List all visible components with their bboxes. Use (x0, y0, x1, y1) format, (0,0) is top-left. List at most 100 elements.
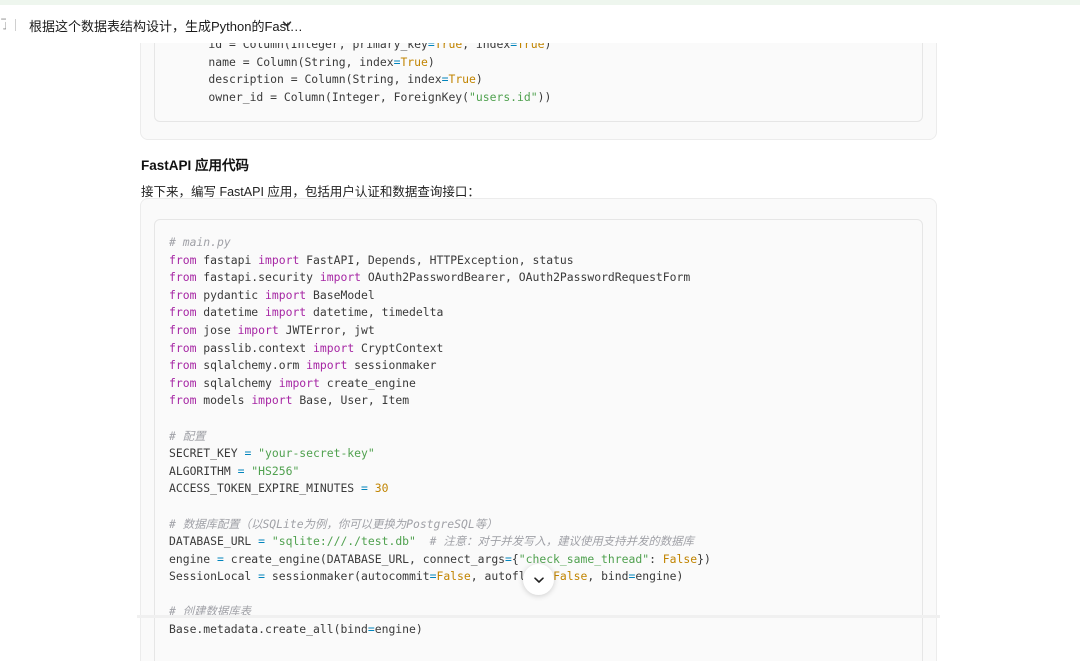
code-token: ) (544, 43, 552, 51)
code-line: from datetime import datetime, timedelta (169, 304, 711, 322)
code-token: "HS256" (251, 463, 300, 478)
code-line: ALGORITHM = "HS256" (169, 463, 711, 481)
code-token: create_engine(DATABASE_URL, connect_args (223, 551, 506, 566)
code-token: False (436, 569, 471, 584)
conversation-title[interactable]: 根据这个数据表结构设计，生成Python的Fast… (29, 16, 303, 35)
code-token: jose (196, 322, 238, 337)
code-token: from (169, 358, 197, 373)
code-line: engine = create_engine(DATABASE_URL, con… (169, 551, 711, 569)
code-line: from passlib.context import CryptContext (169, 340, 711, 358)
code-line: SECRET_KEY = "your-secret-key" (169, 445, 711, 463)
code-token: sessionmaker(autocommit (265, 569, 430, 584)
conversation-header: 了 根据这个数据表结构设计，生成Python的Fast… (0, 5, 1080, 43)
code-token: from (169, 393, 197, 408)
code-token: import (251, 393, 293, 408)
code-token: False (553, 569, 588, 584)
chevron-down-icon[interactable] (281, 18, 293, 30)
code-token: }) (697, 551, 711, 566)
code-token: "users.id" (469, 89, 538, 104)
code-token: from (169, 340, 197, 355)
code-line: SessionLocal = sessionmaker(autocommit=F… (169, 568, 711, 586)
code-token: = (217, 551, 224, 566)
code-line: DATABASE_URL = "sqlite:///./test.db" # 注… (169, 533, 711, 551)
code-token: CryptContext (354, 340, 444, 355)
code-token: from (169, 252, 197, 267)
code-token: import (319, 270, 362, 285)
code-text: # main.py from fastapi import FastAPI, De… (169, 234, 711, 639)
code-line: # main.py (169, 234, 711, 252)
code-line: # 配置 (169, 428, 711, 446)
code-token: DATABASE_URL (169, 534, 259, 549)
code-token: sessionmaker (347, 358, 437, 373)
code-token: SECRET_KEY (169, 446, 245, 461)
code-token: engine (169, 551, 218, 566)
code-token: from (169, 287, 197, 302)
code-token: name = Column(String, index (181, 54, 394, 69)
code-token: OAuth2PasswordBearer, OAuth2PasswordRequ… (361, 270, 691, 285)
code-token: from (169, 270, 197, 285)
code-line: name = Column(String, index=True) (181, 54, 551, 72)
code-token: engine) (635, 569, 684, 584)
code-line: from sqlalchemy.orm import sessionmaker (169, 357, 711, 375)
code-token: id = Column(Integer, primary_key (181, 43, 428, 51)
code-token: True (434, 43, 463, 51)
code-token: = (367, 622, 375, 637)
code-token: create_engine (319, 375, 416, 390)
code-token: # 配置 (169, 428, 206, 443)
code-token: = (361, 481, 368, 496)
code-token: fastapi.security (196, 270, 320, 285)
code-line: from sqlalchemy import create_engine (169, 375, 711, 393)
code-line: ACCESS_TOKEN_EXPIRE_MINUTES = 30 (169, 480, 711, 498)
code-block-models-inner: id = Column(Integer, primary_key=True, i… (154, 43, 923, 122)
code-token: sqlalchemy.orm (196, 358, 307, 373)
code-token: ) (475, 72, 483, 87)
scroll-to-bottom-button[interactable] (523, 564, 554, 595)
code-token: ) (427, 54, 435, 69)
code-token: pydantic (196, 287, 266, 302)
code-line: from pydantic import BaseModel (169, 287, 711, 305)
code-line: # 数据库配置（以SQLite为例，你可以更换为PostgreSQL等） (169, 516, 711, 534)
code-token: = (427, 43, 435, 51)
code-token: from (169, 375, 197, 390)
sidebar-edge-text: 了 (0, 15, 6, 32)
code-token: from (169, 322, 197, 337)
code-line: from models import Base, User, Item (169, 392, 711, 410)
chevron-down-icon (533, 576, 544, 583)
code-token: engine) (374, 622, 423, 637)
code-line: id = Column(Integer, primary_key=True, i… (181, 43, 551, 54)
code-token: : (649, 551, 663, 566)
code-token: # 数据库配置（以SQLite为例，你可以更换为PostgreSQL等） (169, 516, 498, 531)
code-line: from fastapi.security import OAuth2Passw… (169, 269, 711, 287)
code-token: import (278, 375, 320, 390)
section-heading: FastAPI 应用代码 (141, 158, 250, 173)
code-token: True (448, 72, 476, 87)
code-token: Base.metadata.create_all(bind (169, 622, 368, 637)
code-token: owner_id = Column(Integer, ForeignKey( (181, 89, 470, 104)
code-token: JWTError, jwt (278, 322, 375, 337)
input-area-edge (137, 615, 940, 618)
code-token: models (196, 393, 252, 408)
code-token: SessionLocal (169, 569, 259, 584)
code-token: = (258, 534, 266, 549)
code-token: from (169, 305, 197, 320)
code-token: import (258, 252, 300, 267)
code-token: description = Column(String, index (181, 72, 442, 87)
code-line: from jose import JWTError, jwt (169, 322, 711, 340)
code-line: # 创建数据库表 (169, 603, 711, 621)
code-token: True (517, 43, 545, 51)
code-token: import (265, 287, 307, 302)
code-token: import (313, 340, 355, 355)
code-line: Base.metadata.create_all(bind=engine) (169, 621, 711, 639)
code-token: fastapi (196, 252, 259, 267)
code-token: , bind (587, 569, 629, 584)
code-token: sqlalchemy (196, 375, 279, 390)
code-token: { (511, 551, 519, 566)
code-line: owner_id = Column(Integer, ForeignKey("u… (181, 89, 551, 107)
code-token: = (505, 551, 512, 566)
